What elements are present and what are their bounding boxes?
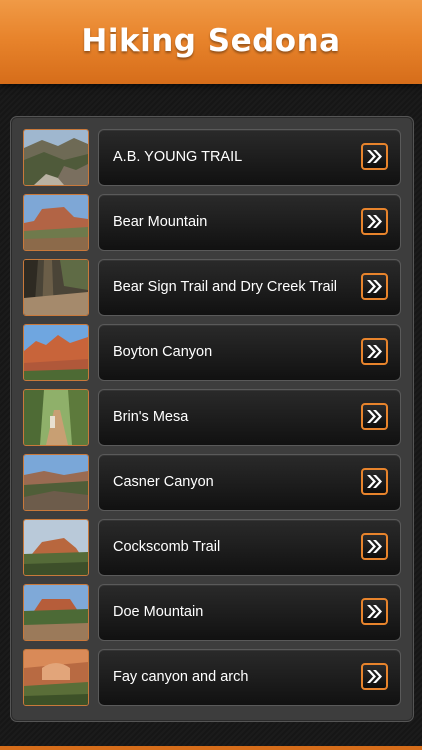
trail-row[interactable]: Boyton Canyon — [23, 324, 401, 381]
trail-thumbnail[interactable] — [23, 454, 89, 511]
trail-item-button[interactable]: Brin's Mesa — [98, 389, 401, 446]
trail-thumbnail[interactable] — [23, 259, 89, 316]
trail-row[interactable]: Cockscomb Trail — [23, 519, 401, 576]
double-chevron-right-icon[interactable] — [361, 273, 388, 300]
trail-list: A.B. YOUNG TRAIL Bear Mountain Bear Sign… — [10, 116, 414, 722]
trail-name: A.B. YOUNG TRAIL — [113, 149, 243, 165]
trail-item-button[interactable]: Fay canyon and arch — [98, 649, 401, 706]
double-chevron-right-icon[interactable] — [361, 533, 388, 560]
trail-row[interactable]: Bear Sign Trail and Dry Creek Trail — [23, 259, 401, 316]
trail-name: Fay canyon and arch — [113, 669, 249, 685]
trail-row[interactable]: Brin's Mesa — [23, 389, 401, 446]
trail-item-button[interactable]: A.B. YOUNG TRAIL — [98, 129, 401, 186]
trail-thumbnail[interactable] — [23, 389, 89, 446]
double-chevron-right-icon[interactable] — [361, 663, 388, 690]
trail-row[interactable]: Fay canyon and arch — [23, 649, 401, 706]
trail-item-button[interactable]: Boyton Canyon — [98, 324, 401, 381]
bottom-accent-bar — [0, 746, 422, 750]
trail-name: Bear Mountain — [113, 214, 208, 230]
double-chevron-right-icon[interactable] — [361, 143, 388, 170]
trail-row[interactable]: Doe Mountain — [23, 584, 401, 641]
trail-item-button[interactable]: Bear Sign Trail and Dry Creek Trail — [98, 259, 401, 316]
trail-item-button[interactable]: Casner Canyon — [98, 454, 401, 511]
double-chevron-right-icon[interactable] — [361, 338, 388, 365]
trail-item-button[interactable]: Bear Mountain — [98, 194, 401, 251]
double-chevron-right-icon[interactable] — [361, 468, 388, 495]
trail-name: Boyton Canyon — [113, 344, 213, 360]
double-chevron-right-icon[interactable] — [361, 403, 388, 430]
trail-row[interactable]: A.B. YOUNG TRAIL — [23, 129, 401, 186]
trail-item-button[interactable]: Cockscomb Trail — [98, 519, 401, 576]
app-header: Hiking Sedona — [0, 0, 422, 84]
trail-name: Cockscomb Trail — [113, 539, 221, 555]
trail-thumbnail[interactable] — [23, 519, 89, 576]
trail-name: Bear Sign Trail and Dry Creek Trail — [113, 279, 338, 295]
trail-thumbnail[interactable] — [23, 129, 89, 186]
trail-thumbnail[interactable] — [23, 649, 89, 706]
double-chevron-right-icon[interactable] — [361, 598, 388, 625]
trail-row[interactable]: Casner Canyon — [23, 454, 401, 511]
double-chevron-right-icon[interactable] — [361, 208, 388, 235]
trail-name: Casner Canyon — [113, 474, 214, 490]
trail-row[interactable]: Bear Mountain — [23, 194, 401, 251]
trail-thumbnail[interactable] — [23, 584, 89, 641]
trail-thumbnail[interactable] — [23, 194, 89, 251]
trail-thumbnail[interactable] — [23, 324, 89, 381]
trail-name: Brin's Mesa — [113, 409, 189, 425]
app-title: Hiking Sedona — [81, 23, 341, 59]
trail-item-button[interactable]: Doe Mountain — [98, 584, 401, 641]
trail-name: Doe Mountain — [113, 604, 204, 620]
